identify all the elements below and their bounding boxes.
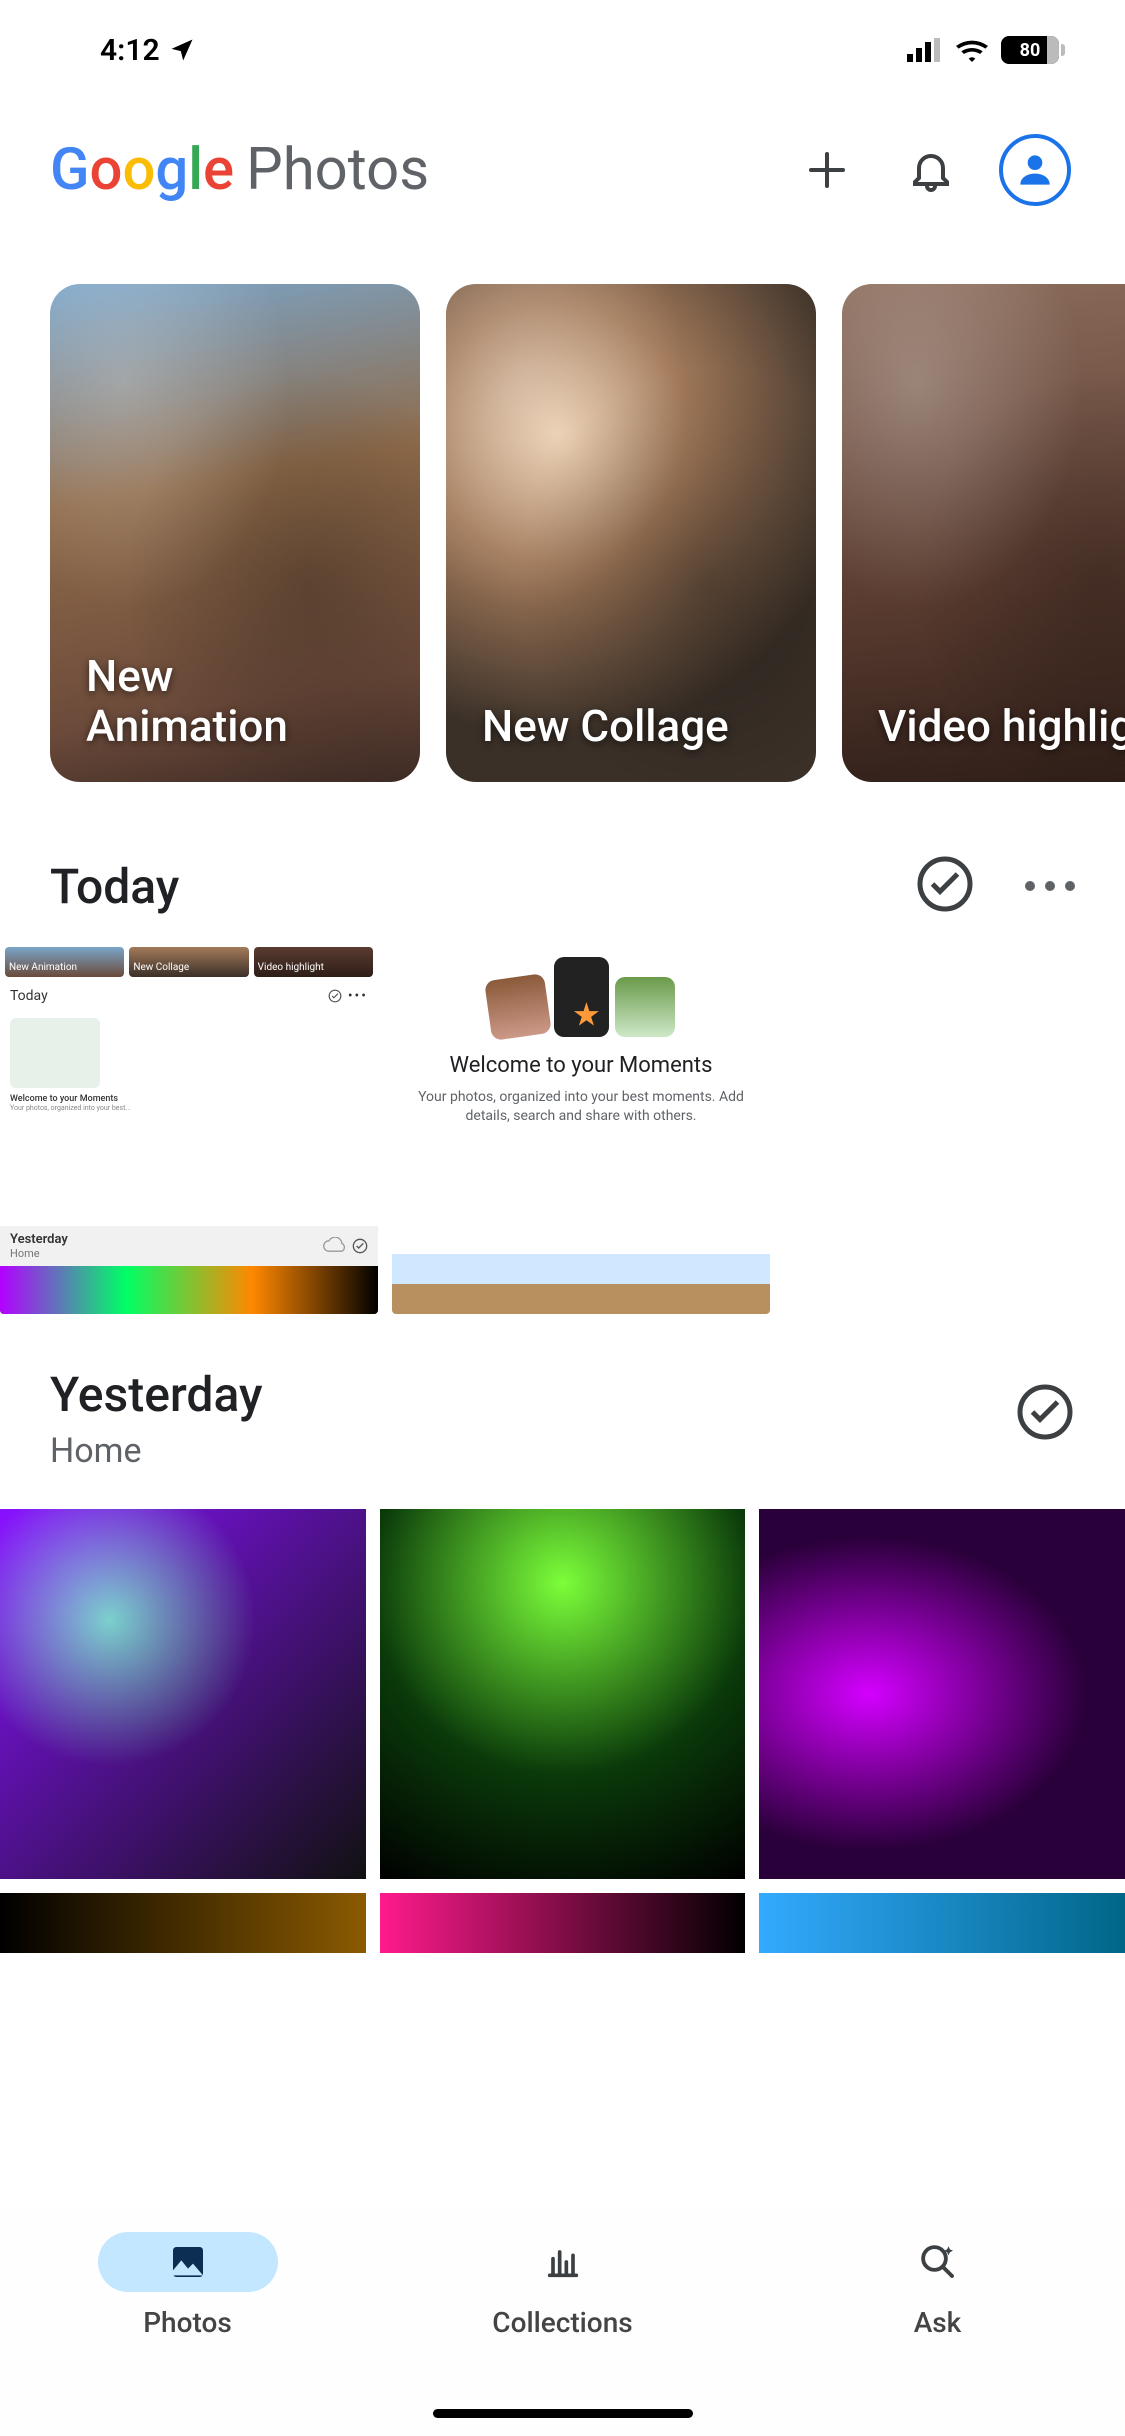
nav-photos[interactable]: Photos bbox=[78, 2232, 298, 2339]
status-left: 4:12 bbox=[100, 33, 196, 68]
plus-icon bbox=[803, 146, 851, 194]
status-right: 80 bbox=[907, 36, 1065, 64]
section-subtitle: Home bbox=[50, 1431, 1015, 1471]
memory-card-new-animation[interactable]: New Animation bbox=[50, 284, 420, 782]
photo-thumbnail[interactable]: New Animation New Collage Video highligh… bbox=[0, 942, 378, 1314]
dot-icon bbox=[1025, 881, 1035, 891]
backup-status-button[interactable] bbox=[915, 854, 975, 918]
memories-carousel[interactable]: New Animation New Collage Video highligh… bbox=[0, 240, 1125, 782]
moments-description: Your photos, organized into your best mo… bbox=[412, 1088, 750, 1126]
dot-icon bbox=[1045, 881, 1055, 891]
memory-card-video-highlight[interactable]: Video highlight bbox=[842, 284, 1125, 782]
section-header-yesterday: Yesterday Home bbox=[0, 1314, 1125, 1479]
account-button[interactable] bbox=[995, 130, 1075, 210]
overflow-menu-button[interactable] bbox=[1025, 881, 1075, 891]
photo-thumbnail[interactable] bbox=[759, 1509, 1125, 1879]
bell-icon bbox=[907, 146, 955, 194]
memory-label: New Animation bbox=[86, 651, 288, 752]
add-button[interactable] bbox=[787, 130, 867, 210]
mini-welcome-title: Welcome to your Moments bbox=[10, 1094, 368, 1104]
bottom-nav: Photos Collections Ask bbox=[0, 2206, 1125, 2436]
mini-label: Video highlight bbox=[258, 962, 324, 973]
check-circle-icon bbox=[328, 989, 342, 1003]
photo-thumbnail[interactable] bbox=[380, 1893, 746, 1953]
today-photo-grid: New Animation New Collage Video highligh… bbox=[0, 942, 1125, 1314]
collections-icon bbox=[543, 2242, 583, 2282]
photos-icon bbox=[168, 2242, 208, 2282]
dot-icon bbox=[1065, 881, 1075, 891]
battery-percent: 80 bbox=[1020, 40, 1041, 61]
mini-label: New Animation bbox=[9, 962, 77, 973]
logo-photos-text: Photos bbox=[246, 136, 429, 204]
photo-thumbnail[interactable] bbox=[0, 1509, 366, 1879]
mini-yesterday-label: Yesterday bbox=[10, 1232, 322, 1247]
photo-thumbnail[interactable] bbox=[759, 1893, 1125, 1953]
location-arrow-icon bbox=[168, 36, 196, 64]
nav-label: Photos bbox=[143, 2306, 232, 2339]
section-title: Today bbox=[50, 858, 915, 915]
photo-thumbnail[interactable] bbox=[380, 1509, 746, 1879]
google-photos-logo: Google Photos bbox=[50, 136, 763, 204]
cellular-signal-icon bbox=[907, 38, 943, 62]
mini-today-label: Today bbox=[10, 988, 48, 1004]
cloud-check-icon bbox=[322, 1237, 348, 1255]
nav-collections[interactable]: Collections bbox=[453, 2232, 673, 2339]
mini-home-label: Home bbox=[10, 1247, 322, 1260]
memory-label: Video highlight bbox=[878, 701, 1125, 752]
check-circle-icon bbox=[352, 1238, 368, 1254]
wifi-icon bbox=[955, 38, 989, 62]
nav-label: Collections bbox=[492, 2306, 632, 2339]
nav-ask[interactable]: Ask bbox=[828, 2232, 1048, 2339]
app-header: Google Photos bbox=[0, 100, 1125, 240]
memory-label: New Collage bbox=[482, 701, 729, 752]
backup-status-button[interactable] bbox=[1015, 1366, 1075, 1446]
status-bar: 4:12 80 bbox=[0, 0, 1125, 100]
photo-thumbnail[interactable] bbox=[0, 1893, 366, 1953]
yesterday-photo-grid bbox=[0, 1509, 1125, 1953]
moments-title: Welcome to your Moments bbox=[412, 1053, 750, 1078]
memory-card-new-collage[interactable]: New Collage bbox=[446, 284, 816, 782]
notifications-button[interactable] bbox=[891, 130, 971, 210]
section-header-today: Today bbox=[0, 782, 1125, 942]
nav-label: Ask bbox=[914, 2306, 962, 2339]
section-title: Yesterday bbox=[50, 1366, 1015, 1423]
battery-indicator: 80 bbox=[1001, 36, 1065, 64]
check-circle-icon bbox=[915, 854, 975, 914]
status-time: 4:12 bbox=[100, 33, 160, 68]
mini-label: New Collage bbox=[133, 962, 189, 973]
account-avatar-icon bbox=[999, 134, 1071, 206]
ask-icon bbox=[917, 2241, 959, 2283]
home-indicator[interactable] bbox=[433, 2409, 693, 2418]
photo-thumbnail[interactable]: Welcome to your Moments Your photos, org… bbox=[392, 942, 770, 1314]
mini-welcome-desc: Your photos, organized into your best... bbox=[10, 1104, 368, 1112]
check-circle-icon bbox=[1015, 1382, 1075, 1442]
